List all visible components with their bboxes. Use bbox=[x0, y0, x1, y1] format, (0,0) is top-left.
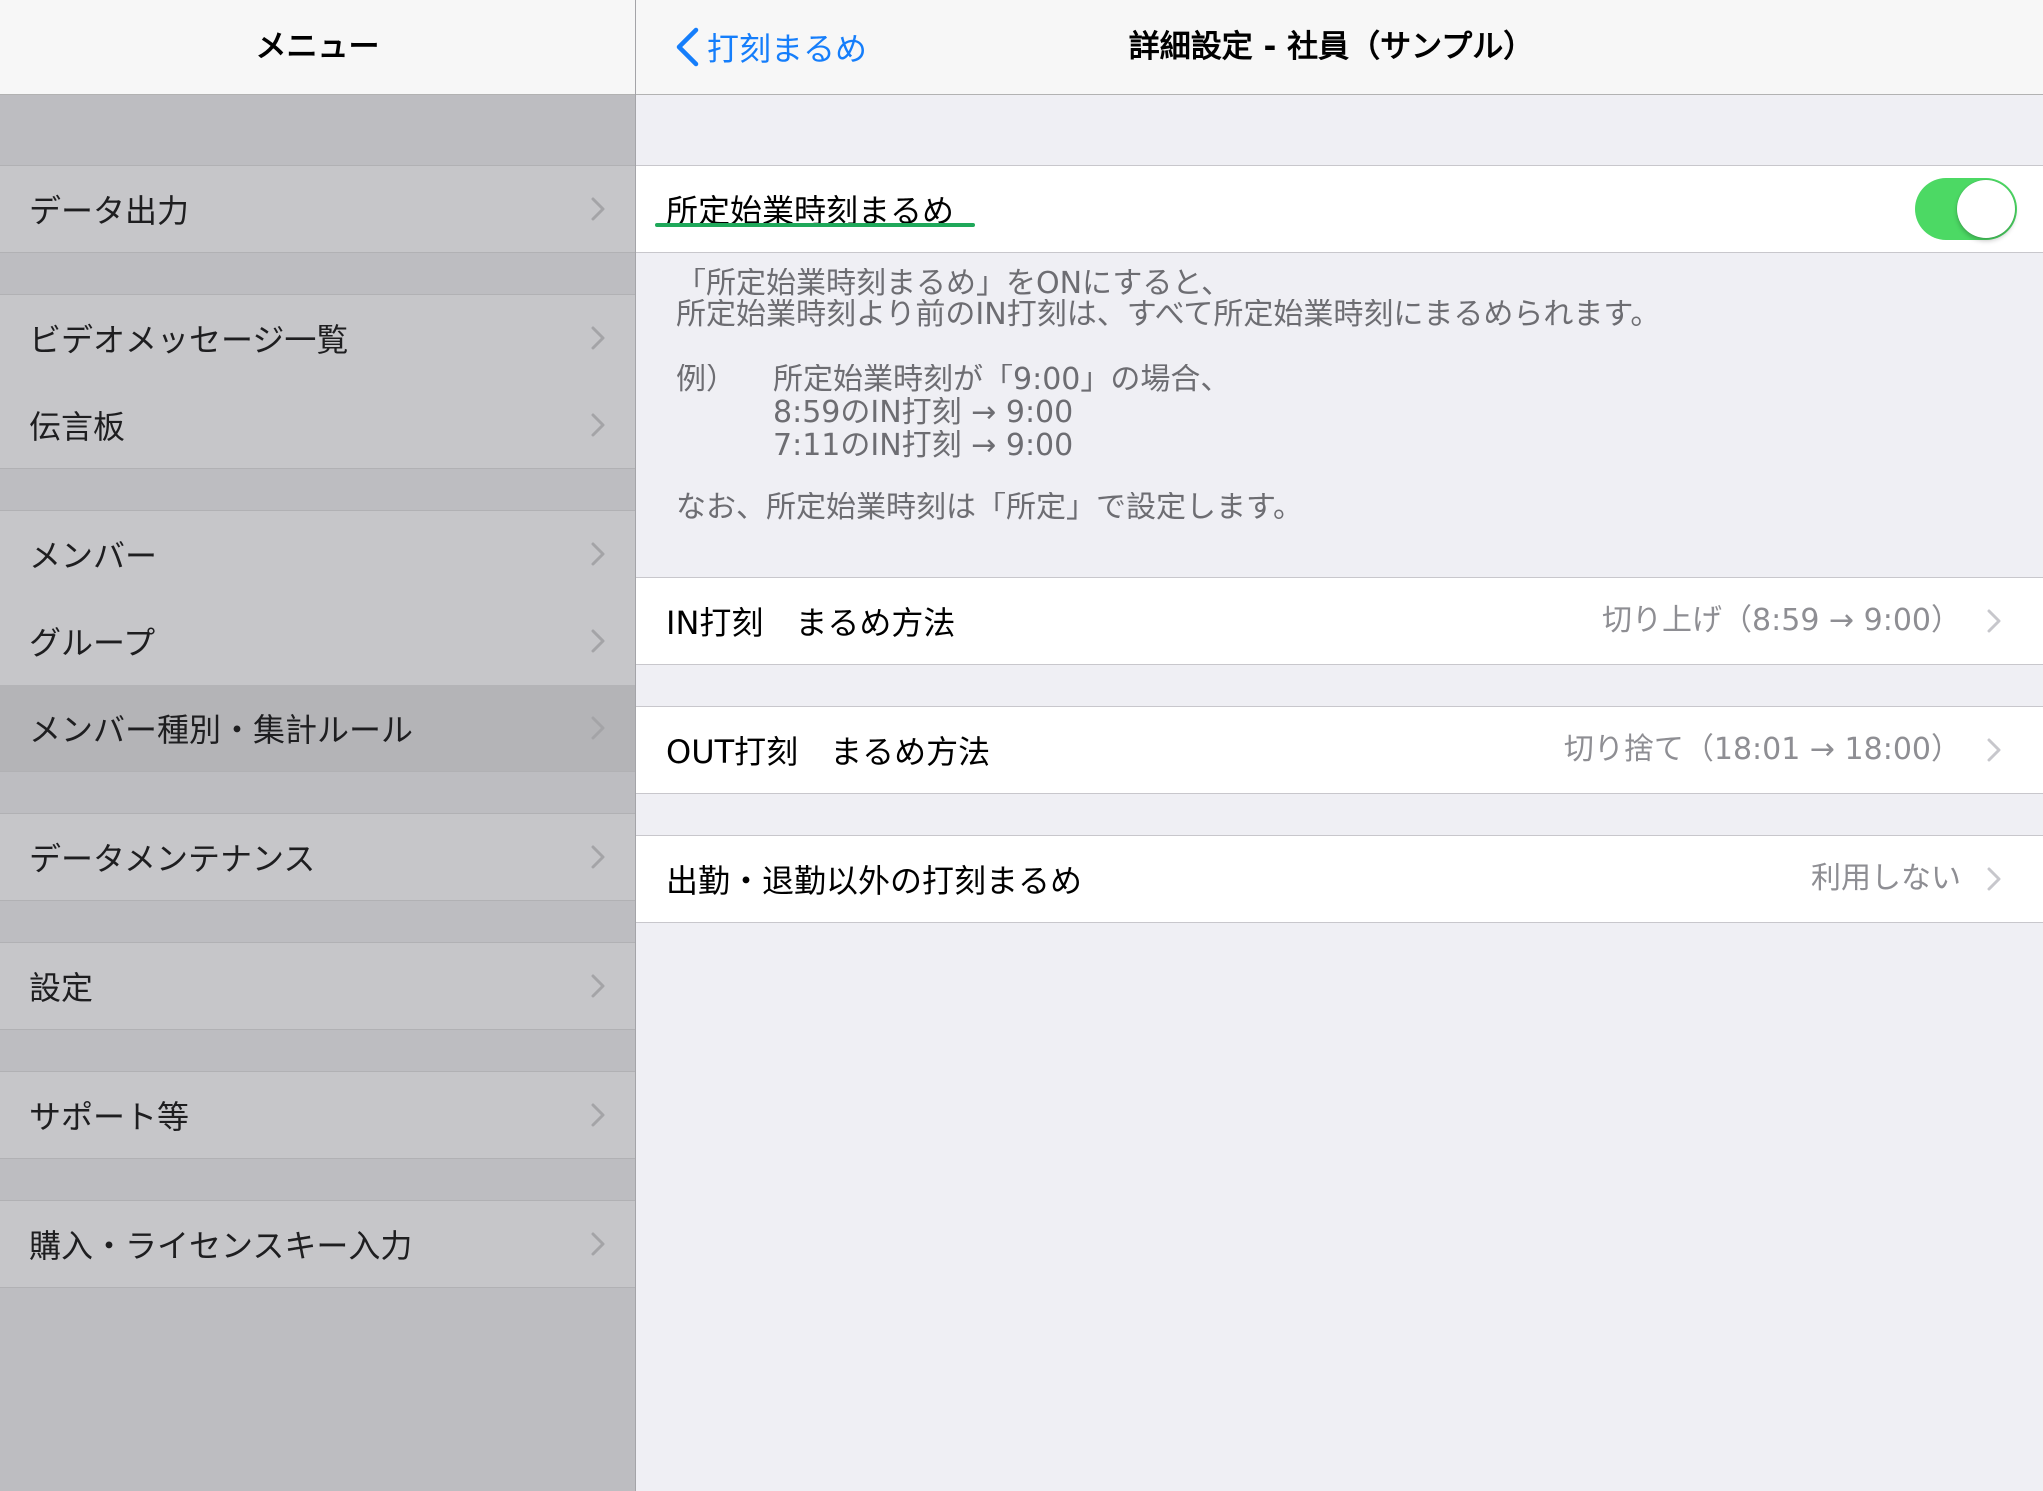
back-button-label: 打刻まるめ bbox=[707, 30, 868, 68]
sidebar-group: 設定 bbox=[0, 942, 635, 1030]
settings-group: 出勤・退勤以外の打刻まるめ 利用しない bbox=[636, 835, 2043, 923]
chevron-right-icon bbox=[591, 413, 605, 437]
setting-row-other-rounding[interactable]: 出勤・退勤以外の打刻まるめ 利用しない bbox=[636, 836, 2043, 922]
setting-label: OUT打刻 まるめ方法 bbox=[666, 733, 991, 771]
detail-pane: 打刻まるめ 詳細設定 - 社員（サンプル） 所定始業時刻まるめ 「所定始業時刻ま… bbox=[636, 0, 2043, 1491]
sidebar-item-label: データ出力 bbox=[29, 192, 190, 230]
sidebar-item-label: メンバー bbox=[29, 537, 158, 575]
sidebar-group: データメンテナンス bbox=[0, 813, 635, 901]
chevron-right-icon bbox=[591, 1232, 605, 1256]
sidebar-item-member-types-rules[interactable]: メンバー種別・集計ルール bbox=[0, 685, 635, 771]
page-title: 詳細設定 - 社員（サンプル） bbox=[1128, 29, 1535, 65]
chevron-right-icon bbox=[1987, 738, 2001, 762]
settings-group: IN打刻 まるめ方法 切り上げ（8:59 → 9:00） bbox=[636, 577, 2043, 665]
toggle-knob bbox=[1957, 180, 2015, 238]
sidebar-item-label: メンバー種別・集計ルール bbox=[29, 711, 414, 749]
description-rule: 所定始業時刻より前のIN打刻は、すべて所定始業時刻にまるめられます。 bbox=[676, 299, 1661, 331]
description-intro: 「所定始業時刻まるめ」をONにすると、 bbox=[676, 268, 1232, 300]
description-example-label: 例） bbox=[676, 364, 736, 396]
chevron-right-icon bbox=[591, 197, 605, 221]
description-example-line: 7:11のIN打刻 → 9:00 bbox=[773, 430, 1074, 462]
setting-label: IN打刻 まるめ方法 bbox=[666, 604, 956, 642]
start-rounding-description: 「所定始業時刻まるめ」をONにすると、 所定始業時刻より前のIN打刻は、すべて所… bbox=[636, 253, 2043, 577]
description-example-line: 8:59のIN打刻 → 9:00 bbox=[773, 397, 1074, 429]
setting-value: 切り捨て（18:01 → 18:00） bbox=[1563, 732, 1961, 767]
sidebar-item-label: グループ bbox=[29, 624, 156, 662]
description-note: なお、所定始業時刻は「所定」で設定します。 bbox=[676, 492, 1303, 524]
chevron-right-icon bbox=[591, 716, 605, 740]
chevron-right-icon bbox=[591, 629, 605, 653]
start-rounding-group: 所定始業時刻まるめ bbox=[636, 165, 2043, 253]
setting-label: 出勤・退勤以外の打刻まるめ bbox=[666, 862, 1083, 900]
setting-row-out-rounding[interactable]: OUT打刻 まるめ方法 切り捨て（18:01 → 18:00） bbox=[636, 707, 2043, 793]
sidebar-item-message-board[interactable]: 伝言板 bbox=[0, 382, 635, 468]
sidebar-item-members[interactable]: メンバー bbox=[0, 511, 635, 597]
sidebar-navbar: メニュー bbox=[0, 0, 635, 95]
sidebar-item-label: 伝言板 bbox=[29, 408, 126, 446]
sidebar-group: メンバー グループ メンバー種別・集計ルール bbox=[0, 510, 635, 772]
sidebar-item-groups[interactable]: グループ bbox=[0, 598, 635, 684]
sidebar-item-settings[interactable]: 設定 bbox=[0, 943, 635, 1029]
sidebar-item-label: ビデオメッセージ一覧 bbox=[29, 321, 349, 359]
sidebar-item-data-maintenance[interactable]: データメンテナンス bbox=[0, 814, 635, 900]
sidebar-list: データ出力 ビデオメッセージ一覧 伝言板 メンバー グループ メンバー種別・集計… bbox=[0, 95, 635, 1288]
sidebar-item-data-export[interactable]: データ出力 bbox=[0, 166, 635, 252]
sidebar-menu: メニュー データ出力 ビデオメッセージ一覧 伝言板 メンバー グループ メンバー… bbox=[0, 0, 635, 1491]
sidebar-item-label: 購入・ライセンスキー入力 bbox=[29, 1227, 413, 1265]
back-button[interactable]: 打刻まるめ bbox=[674, 0, 867, 94]
sidebar-group: 購入・ライセンスキー入力 bbox=[0, 1200, 635, 1288]
setting-row-in-rounding[interactable]: IN打刻 まるめ方法 切り上げ（8:59 → 9:00） bbox=[636, 578, 2043, 664]
sidebar-item-support[interactable]: サポート等 bbox=[0, 1072, 635, 1158]
detail-content: 所定始業時刻まるめ 「所定始業時刻まるめ」をONにすると、 所定始業時刻より前の… bbox=[636, 95, 2043, 923]
setting-value: 切り上げ（8:59 → 9:00） bbox=[1602, 603, 1961, 638]
sidebar-item-label: 設定 bbox=[29, 969, 94, 1007]
sidebar-title: メニュー bbox=[255, 29, 380, 65]
chevron-right-icon bbox=[591, 974, 605, 998]
sidebar-item-label: サポート等 bbox=[29, 1098, 190, 1136]
chevron-right-icon bbox=[1987, 867, 2001, 891]
setting-value: 利用しない bbox=[1811, 861, 1961, 896]
chevron-right-icon bbox=[591, 1103, 605, 1127]
chevron-right-icon bbox=[591, 542, 605, 566]
sidebar-group: ビデオメッセージ一覧 伝言板 bbox=[0, 294, 635, 469]
annotation-underline bbox=[655, 223, 975, 227]
start-rounding-row: 所定始業時刻まるめ bbox=[636, 166, 2043, 252]
chevron-left-icon bbox=[676, 27, 699, 67]
chevron-right-icon bbox=[1987, 609, 2001, 633]
sidebar-item-purchase-license[interactable]: 購入・ライセンスキー入力 bbox=[0, 1201, 635, 1287]
sidebar-group: サポート等 bbox=[0, 1071, 635, 1159]
sidebar-item-video-messages[interactable]: ビデオメッセージ一覧 bbox=[0, 295, 635, 381]
chevron-right-icon bbox=[591, 326, 605, 350]
detail-navbar: 打刻まるめ 詳細設定 - 社員（サンプル） bbox=[636, 0, 2043, 95]
chevron-right-icon bbox=[591, 845, 605, 869]
sidebar-item-label: データメンテナンス bbox=[29, 840, 316, 878]
description-example-line: 所定始業時刻が「9:00」の場合、 bbox=[773, 364, 1231, 396]
start-rounding-toggle[interactable] bbox=[1915, 178, 2017, 240]
settings-group: OUT打刻 まるめ方法 切り捨て（18:01 → 18:00） bbox=[636, 706, 2043, 794]
sidebar-group: データ出力 bbox=[0, 165, 635, 253]
